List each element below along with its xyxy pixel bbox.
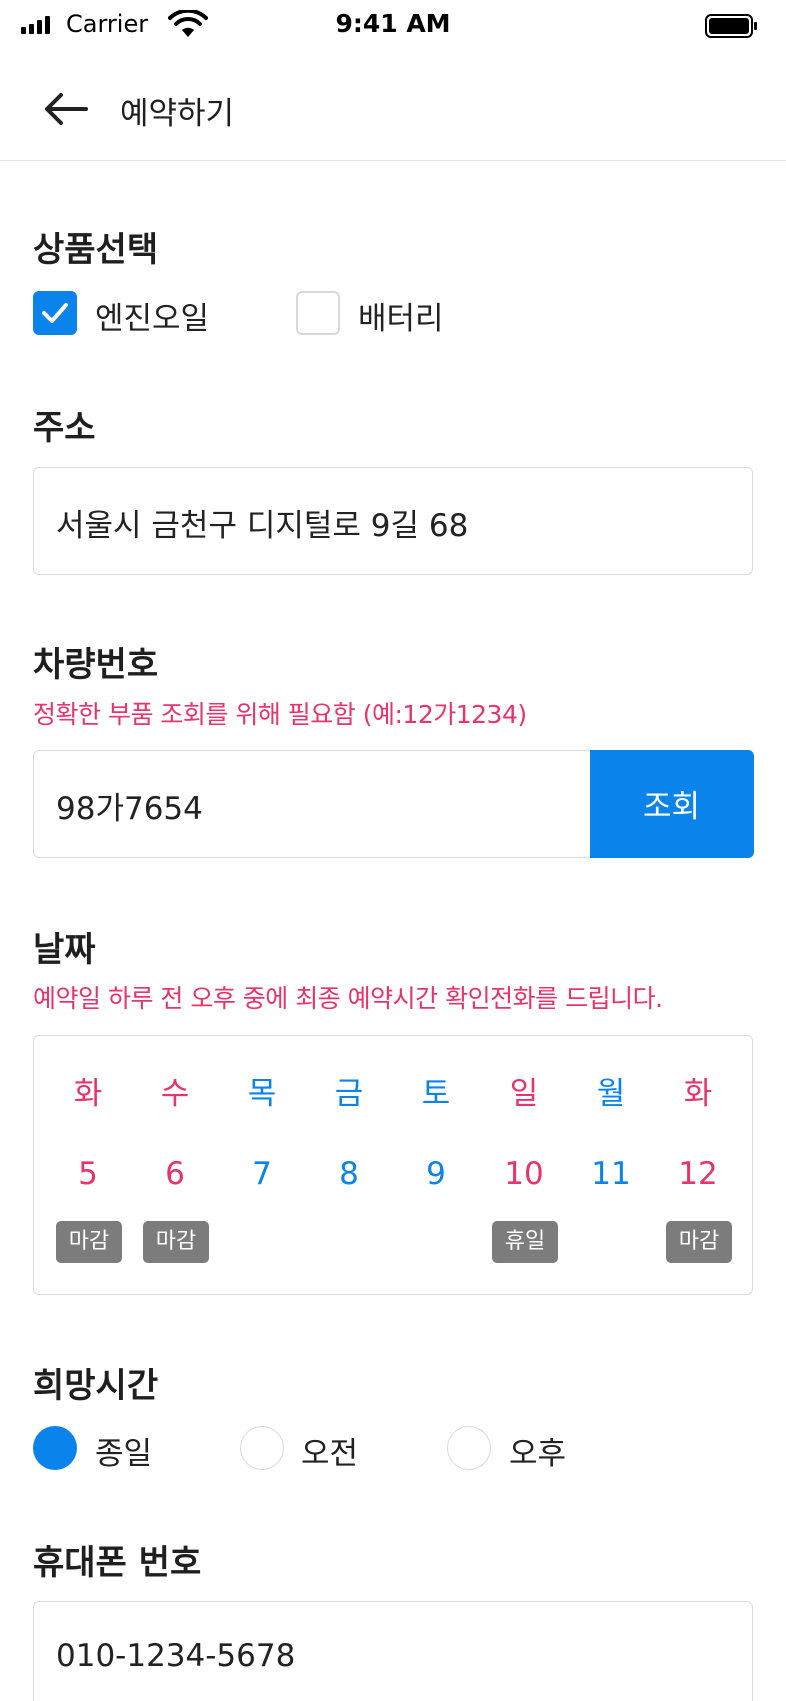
calendar-day[interactable]: 토 9 [392, 1036, 480, 1294]
calendar-day[interactable]: 목 7 [218, 1036, 306, 1294]
product-section-title: 상품선택 [33, 230, 159, 270]
vehicle-number-input[interactable] [56, 787, 556, 823]
date-section-title: 날짜 [33, 930, 96, 970]
date-hint: 예약일 하루 전 오후 중에 최종 예약시간 확인전화를 드립니다. [33, 984, 663, 1013]
day-number: 10 [504, 1156, 544, 1192]
calendar-day[interactable]: 일 10 휴일 [480, 1036, 568, 1294]
address-input[interactable] [56, 504, 556, 540]
vehicle-section-title: 차량번호 [33, 645, 159, 685]
all-day-radio[interactable] [33, 1426, 77, 1470]
battery-icon [705, 14, 757, 38]
status-time: 9:41 AM [335, 9, 451, 38]
closed-badge: 마감 [666, 1221, 732, 1263]
closed-badge: 마감 [143, 1221, 209, 1263]
phone-field[interactable] [33, 1601, 753, 1701]
day-of-week: 월 [596, 1076, 626, 1112]
address-section-title: 주소 [33, 408, 96, 448]
day-of-week: 토 [421, 1076, 451, 1112]
calendar-day[interactable]: 금 8 [305, 1036, 393, 1294]
arrow-left-icon [45, 93, 88, 125]
vehicle-number-field[interactable]: 조회 [33, 749, 754, 858]
address-field[interactable] [33, 467, 753, 575]
day-number: 9 [426, 1156, 446, 1192]
phone-section-title: 휴대폰 번호 [33, 1543, 202, 1583]
day-of-week: 목 [247, 1076, 277, 1112]
calendar-day[interactable]: 수 6 마감 [131, 1036, 219, 1294]
date-picker: 화 5 마감 수 6 마감 목 7 금 8 토 9 일 10 휴일 월 11 화… [33, 1035, 753, 1295]
closed-badge: 마감 [56, 1221, 122, 1263]
afternoon-radio[interactable] [447, 1426, 491, 1470]
battery-checkbox[interactable] [296, 291, 340, 335]
day-of-week: 수 [160, 1076, 190, 1112]
calendar-day[interactable]: 월 11 [567, 1036, 655, 1294]
day-of-week: 일 [509, 1076, 539, 1112]
back-button[interactable] [38, 82, 92, 136]
app-header: 예약하기 [0, 58, 786, 161]
morning-label[interactable]: 오전 [301, 1428, 358, 1473]
all-day-label[interactable]: 종일 [95, 1428, 152, 1473]
vehicle-hint: 정확한 부품 조회를 위해 필요함 (예:12가1234) [33, 700, 527, 729]
day-number: 8 [339, 1156, 359, 1192]
day-number: 5 [78, 1156, 98, 1192]
day-number: 12 [678, 1156, 718, 1192]
engine-oil-label[interactable]: 엔진오일 [95, 293, 209, 338]
day-of-week: 화 [73, 1076, 103, 1112]
phone-input[interactable] [56, 1638, 556, 1674]
holiday-badge: 휴일 [492, 1221, 558, 1263]
engine-oil-checkbox[interactable] [33, 291, 77, 335]
page-title: 예약하기 [120, 96, 235, 132]
day-of-week: 화 [683, 1076, 713, 1112]
day-of-week: 금 [334, 1076, 364, 1112]
status-bar: Carrier 9:41 AM [0, 0, 786, 48]
calendar-day[interactable]: 화 5 마감 [44, 1036, 132, 1294]
time-section-title: 희망시간 [33, 1366, 159, 1406]
day-number: 11 [591, 1156, 631, 1192]
checkmark-icon [42, 303, 68, 323]
battery-label[interactable]: 배터리 [358, 293, 444, 338]
lookup-button[interactable]: 조회 [589, 749, 754, 858]
afternoon-label[interactable]: 오후 [509, 1428, 566, 1473]
calendar-day[interactable]: 화 12 마감 [654, 1036, 742, 1294]
morning-radio[interactable] [240, 1426, 284, 1470]
day-number: 6 [165, 1156, 185, 1192]
day-number: 7 [252, 1156, 272, 1192]
